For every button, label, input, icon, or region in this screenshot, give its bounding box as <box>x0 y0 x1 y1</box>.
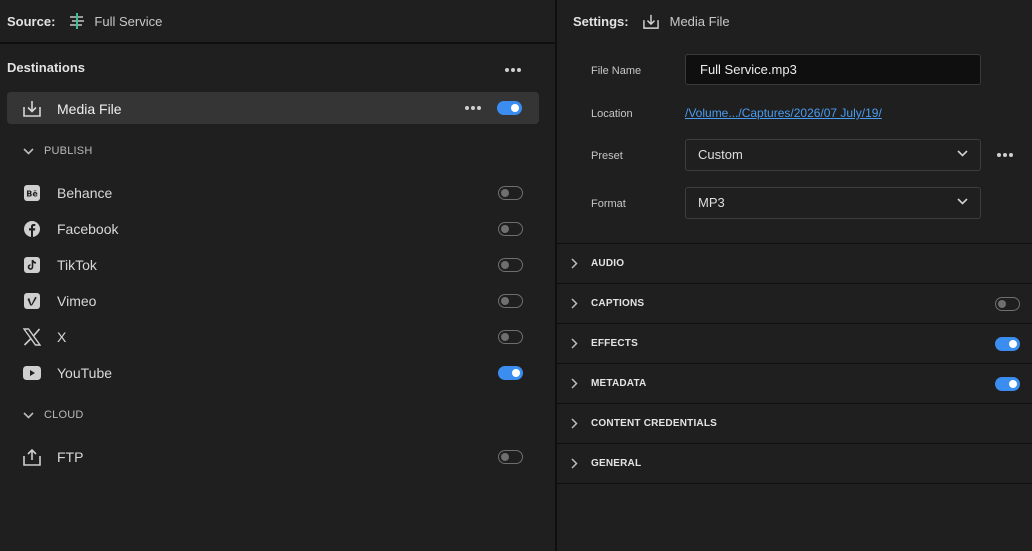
chevron-right-icon <box>571 258 578 269</box>
media-file-more-button[interactable] <box>465 106 481 110</box>
source-name: Full Service <box>94 13 163 29</box>
group-publish[interactable]: PUBLISH <box>23 145 92 157</box>
chevron-down-icon <box>23 147 34 155</box>
destination-x[interactable]: X <box>0 319 555 355</box>
section-effects[interactable]: EFFECTS <box>557 323 1032 363</box>
chevron-right-icon <box>571 298 578 309</box>
destinations-title: Destinations <box>7 60 86 75</box>
vimeo-label: Vimeo <box>57 293 97 309</box>
settings-label: Settings: <box>573 14 629 29</box>
destination-ftp[interactable]: FTP <box>0 439 555 475</box>
facebook-toggle[interactable] <box>498 222 523 236</box>
facebook-label: Facebook <box>57 221 119 237</box>
section-divider <box>557 483 1032 484</box>
metadata-toggle[interactable] <box>995 377 1020 391</box>
behance-icon: Bē <box>23 184 41 202</box>
media-file-toggle[interactable] <box>497 101 522 115</box>
location-link[interactable]: /Volume.../Captures/2026/07 July/19/ <box>685 106 882 120</box>
preset-value: Custom <box>698 147 743 162</box>
section-content-credentials-label: CONTENT CREDENTIALS <box>591 418 718 429</box>
destination-vimeo[interactable]: Vimeo <box>0 283 555 319</box>
youtube-toggle[interactable] <box>498 366 523 380</box>
section-audio[interactable]: AUDIO <box>557 243 1032 283</box>
destination-behance[interactable]: Bē Behance <box>0 175 555 211</box>
behance-label: Behance <box>57 185 113 201</box>
source-label: Source: <box>7 13 56 29</box>
download-icon <box>642 14 659 29</box>
destinations-panel: Source: Full Service Destinations Media … <box>0 0 555 551</box>
section-content-credentials[interactable]: CONTENT CREDENTIALS <box>557 403 1032 443</box>
format-select[interactable]: MP3 <box>685 187 981 219</box>
source-bar: Source: Full Service <box>0 0 555 44</box>
sequence-icon <box>69 13 85 29</box>
x-toggle[interactable] <box>498 330 523 344</box>
format-value: MP3 <box>698 195 725 210</box>
chevron-right-icon <box>571 418 578 429</box>
section-metadata-label: METADATA <box>591 378 647 389</box>
section-captions-label: CAPTIONS <box>591 298 645 309</box>
destination-facebook[interactable]: Facebook <box>0 211 555 247</box>
chevron-right-icon <box>571 378 578 389</box>
section-effects-label: EFFECTS <box>591 338 638 349</box>
format-label: Format <box>591 198 626 210</box>
destination-media-file[interactable]: Media File <box>7 92 539 124</box>
tiktok-toggle[interactable] <box>498 258 523 272</box>
chevron-right-icon <box>571 458 578 469</box>
destination-youtube[interactable]: YouTube <box>0 355 555 391</box>
section-general[interactable]: GENERAL <box>557 443 1032 483</box>
facebook-icon <box>23 220 41 238</box>
chevron-right-icon <box>571 338 578 349</box>
media-file-label: Media File <box>57 101 122 117</box>
download-icon <box>23 100 41 120</box>
location-label: Location <box>591 108 633 120</box>
youtube-label: YouTube <box>57 365 113 381</box>
x-label: X <box>57 329 67 345</box>
file-name-label: File Name <box>591 65 642 77</box>
youtube-icon <box>23 364 41 382</box>
preset-label: Preset <box>591 150 623 162</box>
section-audio-label: AUDIO <box>591 258 625 269</box>
destination-tiktok[interactable]: TikTok <box>0 247 555 283</box>
destinations-more-button[interactable] <box>505 68 521 72</box>
tiktok-icon <box>23 256 41 274</box>
preset-more-button[interactable] <box>997 153 1013 157</box>
vimeo-toggle[interactable] <box>498 294 523 308</box>
chevron-down-icon <box>957 198 968 205</box>
group-cloud[interactable]: CLOUD <box>23 409 84 421</box>
x-icon <box>23 328 41 346</box>
file-name-input[interactable]: Full Service.mp3 <box>685 54 981 85</box>
settings-destination-name: Media File <box>669 14 730 29</box>
preset-select[interactable]: Custom <box>685 139 981 171</box>
captions-toggle[interactable] <box>995 297 1020 311</box>
section-captions[interactable]: CAPTIONS <box>557 283 1032 323</box>
section-general-label: GENERAL <box>591 458 642 469</box>
chevron-down-icon <box>957 150 968 157</box>
group-cloud-label: CLOUD <box>44 409 84 421</box>
effects-toggle[interactable] <box>995 337 1020 351</box>
ftp-toggle[interactable] <box>498 450 523 464</box>
settings-title: Settings: Media File <box>573 14 730 29</box>
tiktok-label: TikTok <box>57 257 97 273</box>
upload-icon <box>23 448 41 466</box>
vimeo-icon <box>23 292 41 310</box>
ftp-label: FTP <box>57 449 84 465</box>
svg-text:Bē: Bē <box>26 190 38 199</box>
settings-panel: Settings: Media File File Name Full Serv… <box>557 0 1032 551</box>
behance-toggle[interactable] <box>498 186 523 200</box>
section-metadata[interactable]: METADATA <box>557 363 1032 403</box>
group-publish-label: PUBLISH <box>44 145 93 157</box>
chevron-down-icon <box>23 411 34 419</box>
